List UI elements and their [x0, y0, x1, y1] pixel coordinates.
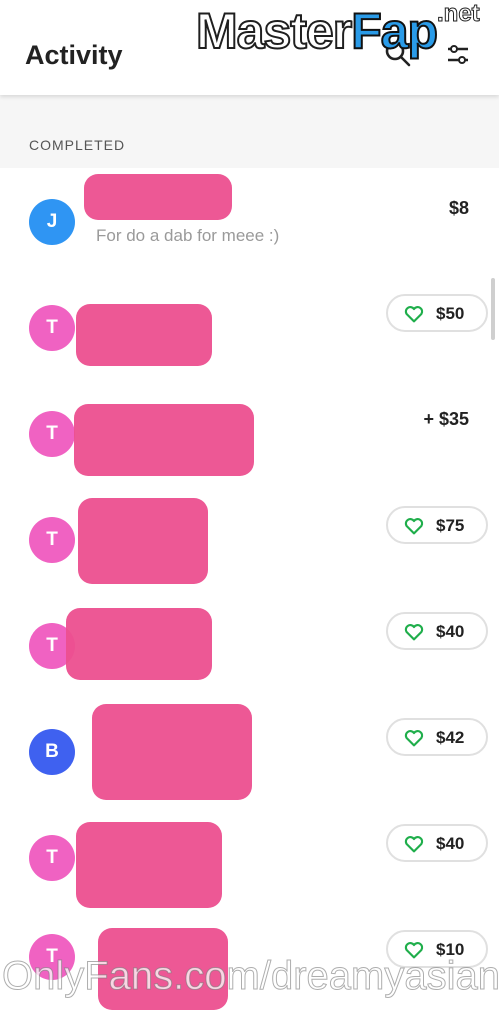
- heart-icon: [404, 624, 424, 641]
- payment-amount: + $35: [423, 409, 469, 429]
- section-header: COMPLETED: [0, 95, 499, 168]
- avatar: J: [29, 199, 75, 245]
- avatar: T: [29, 517, 75, 563]
- section-label: COMPLETED: [29, 137, 126, 153]
- watermark-logo: MasterFap: [195, 2, 439, 60]
- avatar: T: [29, 305, 75, 351]
- avatar: T: [29, 835, 75, 881]
- redaction-mark: [84, 174, 232, 220]
- payment-note: For do a dab for meee :): [96, 226, 280, 245]
- like-amount-pill[interactable]: $40: [386, 824, 488, 862]
- activity-row[interactable]: T $75: [0, 486, 499, 592]
- redaction-mark: [66, 608, 212, 680]
- redaction-mark: [92, 704, 252, 800]
- redaction-mark: [76, 822, 222, 908]
- watermark-text: Master: [195, 2, 353, 60]
- activity-row[interactable]: T $40: [0, 592, 499, 698]
- like-amount-pill[interactable]: $42: [386, 718, 488, 756]
- redaction-mark: [74, 404, 254, 476]
- activity-row[interactable]: J $8 For do a dab for meee :): [0, 168, 499, 274]
- like-amount-pill[interactable]: $50: [386, 294, 488, 332]
- payment-amount: $42: [436, 728, 465, 747]
- activity-row[interactable]: T + $35: [0, 380, 499, 486]
- avatar: T: [29, 411, 75, 457]
- activity-row[interactable]: T $40: [0, 804, 499, 910]
- heart-icon: [404, 518, 424, 535]
- heart-icon: [404, 836, 424, 853]
- filter-icon[interactable]: [446, 44, 470, 66]
- watermark-footer: OnlyFans.com/dreamyasian: [2, 954, 499, 999]
- payment-amount: $8: [448, 198, 469, 218]
- payment-amount: $40: [436, 622, 465, 641]
- heart-icon: [404, 730, 424, 747]
- redaction-mark: [78, 498, 208, 584]
- like-amount-pill[interactable]: $40: [386, 612, 488, 650]
- payment-amount: $50: [436, 304, 465, 323]
- like-amount-pill[interactable]: $75: [386, 506, 488, 544]
- activity-row[interactable]: T $50: [0, 274, 499, 380]
- activity-row[interactable]: B $42: [0, 698, 499, 804]
- heart-icon: [404, 306, 424, 323]
- redaction-mark: [76, 304, 212, 366]
- watermark-accent: Fap: [350, 2, 439, 60]
- payment-amount: $40: [436, 834, 465, 853]
- watermark-suffix: .net: [437, 0, 481, 28]
- scrollbar[interactable]: [491, 278, 495, 340]
- page-title: Activity: [25, 40, 123, 70]
- payment-amount: $75: [436, 516, 465, 535]
- avatar: B: [29, 729, 75, 775]
